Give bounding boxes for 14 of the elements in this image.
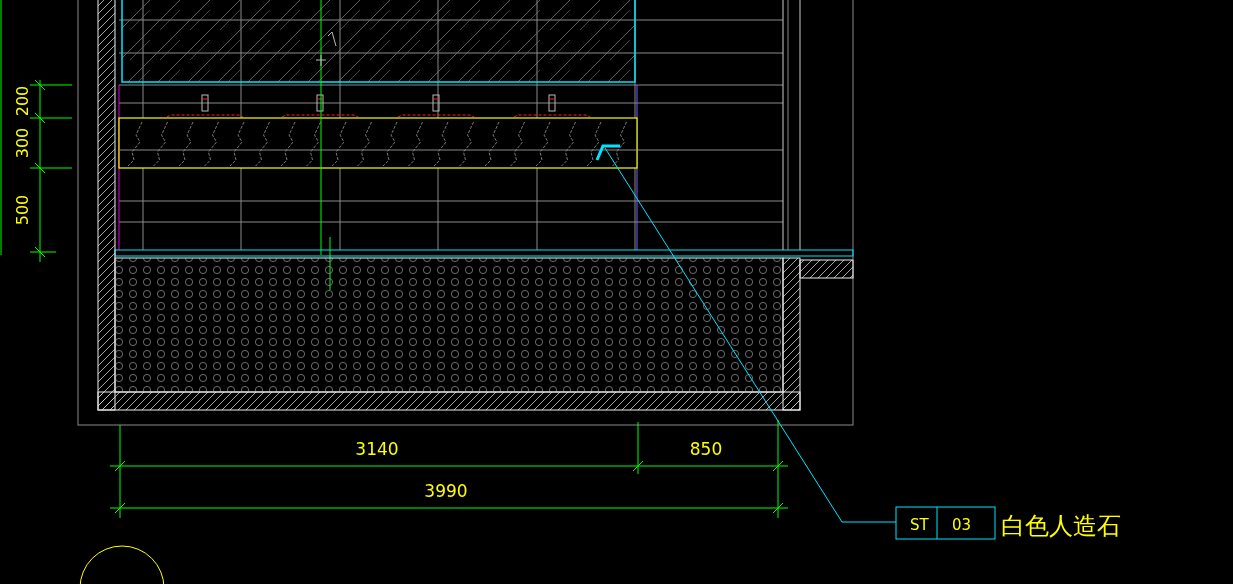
dimension-text: 3140	[355, 439, 399, 459]
tag-number: 03	[952, 516, 972, 534]
step-drawing	[799, 259, 854, 279]
faucet-icon	[316, 94, 324, 112]
dimension-text: 850	[689, 439, 723, 459]
dimension-text: 3990	[424, 481, 468, 501]
faucet-icon	[432, 94, 440, 112]
dimension-text: 300	[12, 127, 32, 159]
dimension-text: 500	[12, 194, 32, 226]
faucet-icon	[201, 94, 209, 112]
tag-code: ST	[910, 516, 929, 534]
dimension-text: 200	[12, 85, 32, 117]
material-label: 白色人造石	[1001, 512, 1121, 540]
faucet-icon	[548, 94, 556, 112]
